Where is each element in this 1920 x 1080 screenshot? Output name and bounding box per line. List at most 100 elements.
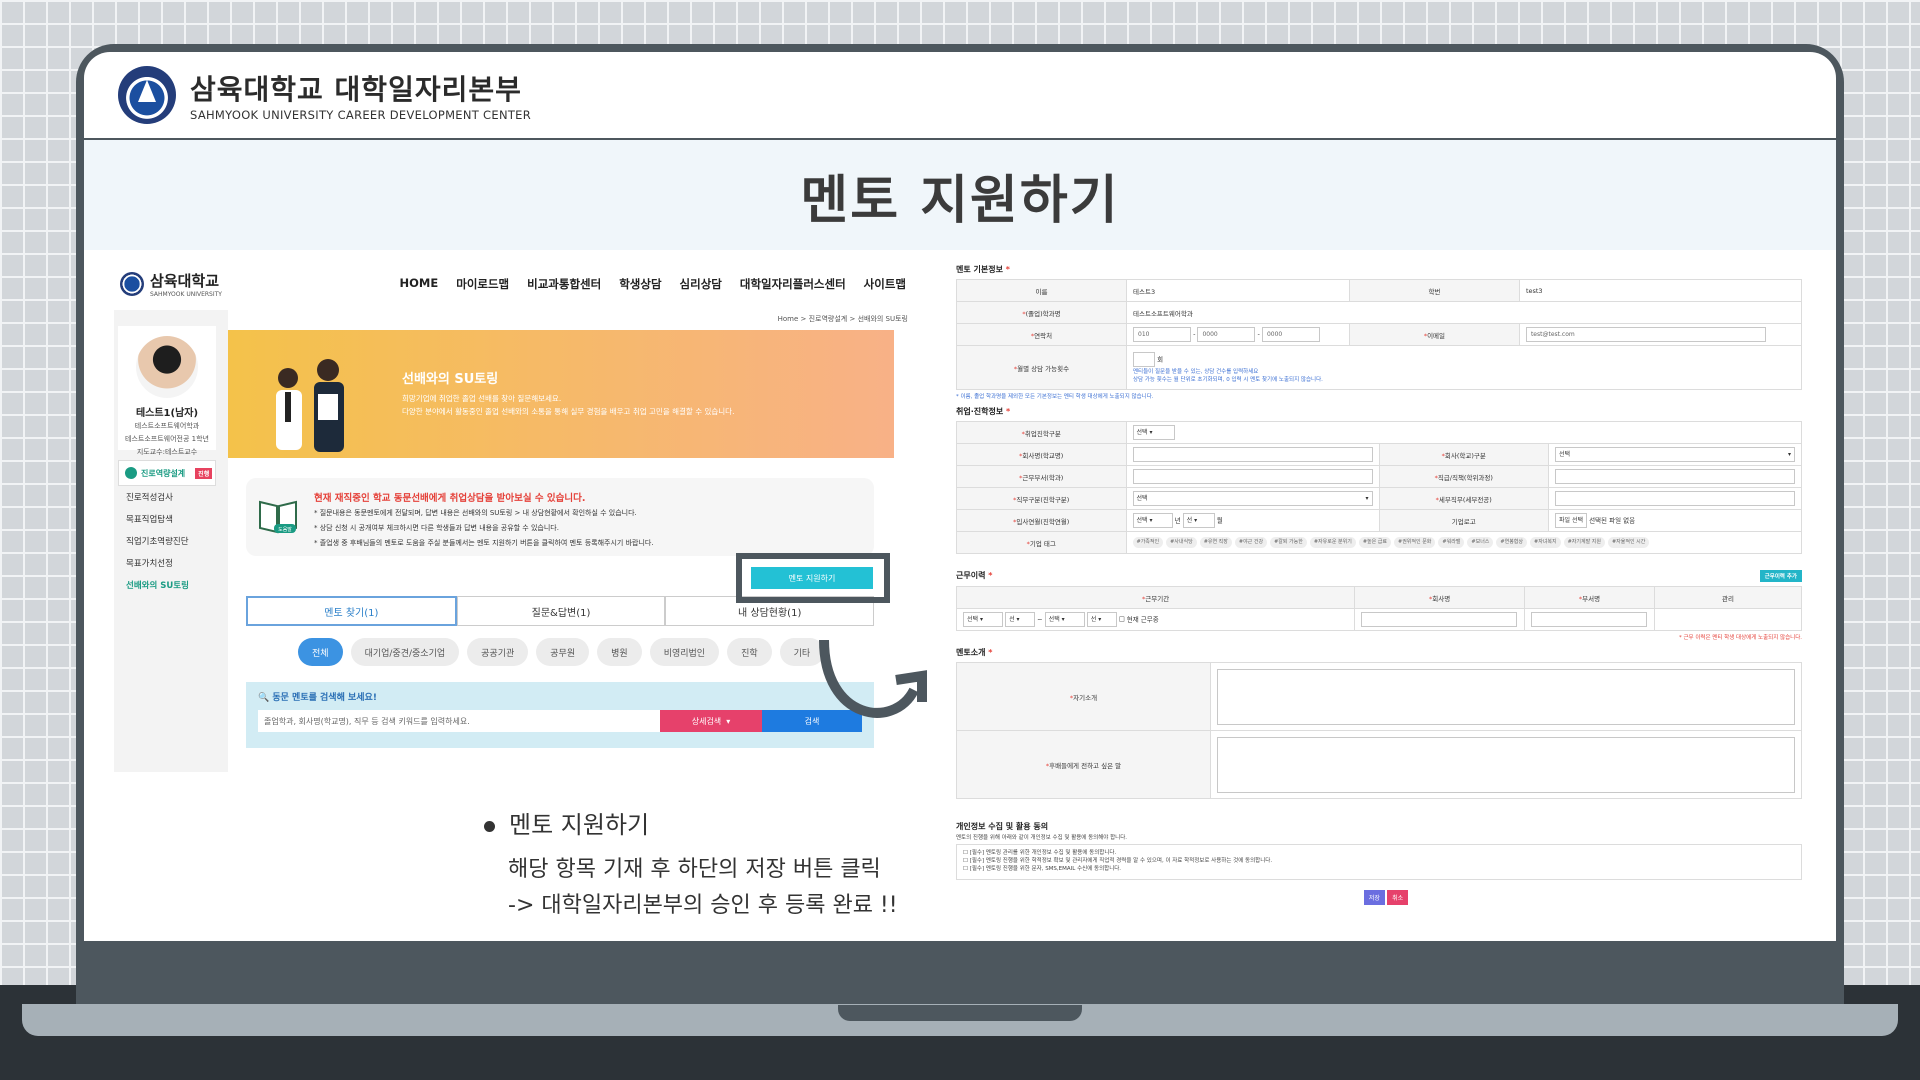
add-history-button[interactable]: 근무이력 추가 [1759, 570, 1802, 582]
end-year-select[interactable]: 선택 ▾ [1044, 612, 1085, 627]
filter-advance[interactable]: 진학 [727, 638, 772, 666]
hist-company-field[interactable] [1361, 612, 1518, 627]
join-year-value: 선택 [1136, 517, 1148, 524]
hist-dept-field[interactable] [1531, 612, 1648, 627]
section-privacy: 개인정보 수집 및 활용 동의 [956, 822, 1049, 831]
site-logo[interactable]: 삼육대학교 SAHMYOOK UNIVERSITY [120, 270, 222, 298]
side-item-sutoring[interactable]: 선배와의 SU토링 [118, 574, 216, 596]
menu-extracurricular[interactable]: 비교과통합센터 [527, 276, 601, 292]
logo-label: 기업로고 [1378, 509, 1549, 532]
company-field[interactable] [1132, 447, 1373, 462]
duty2-field[interactable] [1555, 491, 1795, 506]
tag-chip[interactable]: #자녀복지 [1530, 537, 1561, 548]
tag-chip[interactable]: #높은 급료 [1358, 537, 1392, 548]
tag-chip[interactable]: #야근 건강 [1234, 537, 1268, 548]
detail-search-button[interactable]: 상세검색 ▾ [660, 710, 762, 732]
menu-student-counsel[interactable]: 학생상담 [619, 276, 661, 292]
count-field[interactable] [1133, 352, 1155, 367]
privacy-item-1[interactable]: ☐ [필수] 멘토링 관리를 위한 개인정보 수집 및 활용에 동의합니다. [963, 849, 1795, 857]
intro-textarea[interactable] [1217, 668, 1795, 725]
caption-line2: -> 대학일자리본부의 승인 후 등록 완료 !! [508, 893, 898, 918]
tag-chip[interactable]: #권위적인 문화 [1394, 537, 1436, 548]
menu-psych-counsel[interactable]: 심리상담 [680, 276, 722, 292]
search-label: 🔍 동문 멘토를 검색해 보세요! [258, 693, 377, 703]
tag-chip[interactable]: #가족적인 [1132, 537, 1164, 548]
start-year-value: 선택 [967, 616, 979, 623]
profile-dept2: 테스트소프트웨어전공 1학년 [125, 435, 209, 443]
phone-field-2[interactable]: 0000 [1197, 327, 1256, 342]
phone-field-3[interactable]: 0000 [1261, 327, 1320, 342]
tag-chip[interactable]: #보너스 [1467, 537, 1494, 548]
tag-chip[interactable]: #연봉협상 [1496, 537, 1527, 548]
side-item-job-explore[interactable]: 목표직업탐색 [118, 508, 216, 530]
side-menu-head[interactable]: 진로역량설계 진행 [118, 460, 216, 486]
page-body: 테스트1(남자) 테스트소프트웨어학과 테스트소프트웨어전공 1학년 지도교수:… [114, 310, 914, 772]
pos-label: *직급/직책(학위과정) [1378, 465, 1549, 488]
chevron-down-icon: ▾ [726, 716, 731, 726]
duty-select-value: 선택 [1136, 495, 1148, 502]
msg-textarea[interactable] [1217, 736, 1795, 793]
join-month-select[interactable]: 선 ▾ [1182, 513, 1215, 528]
jobtype-select[interactable]: 선택 ▾ [1132, 425, 1175, 440]
tag-chip[interactable]: #자기계발 지원 [1563, 537, 1605, 548]
cancel-button[interactable]: 취소 [1387, 890, 1409, 905]
tag-chip[interactable]: #칼퇴 가능한 [1270, 537, 1307, 548]
intro-cell [1210, 662, 1802, 731]
side-item-values[interactable]: 목표가치선정 [118, 552, 216, 574]
duty2-cell [1548, 487, 1802, 510]
tag-chip[interactable]: #사내식당 [1166, 537, 1197, 548]
side-item-aptitude[interactable]: 진로적성검사 [118, 486, 216, 508]
tag-chip[interactable]: #자율적인 시간 [1607, 537, 1650, 548]
tab-qna[interactable]: 질문&답변(1) [456, 596, 666, 626]
phone-field-1[interactable]: 010 [1133, 327, 1191, 342]
tag-chip[interactable]: #워라밸 [1438, 537, 1465, 548]
apply-button-highlight [736, 553, 890, 603]
company-label: *회사명(학교명) [956, 443, 1127, 466]
filter-all[interactable]: 전체 [298, 638, 343, 666]
file-select-button[interactable]: 파일 선택 [1555, 513, 1587, 528]
section-history: 근무이력 * 근무이력 추가 [956, 570, 1802, 582]
side-item-competency[interactable]: 직업기초역량진단 [118, 530, 216, 552]
email-field[interactable]: test@test.com [1525, 327, 1766, 342]
tag-chip[interactable]: #자유로운 분위기 [1309, 537, 1356, 548]
privacy-item-2[interactable]: ☐ [필수] 멘토링 진행을 위한 학적정보 확보 및 관리자에게 직업적 경력… [963, 857, 1795, 865]
profile-card: 테스트1(남자) 테스트소프트웨어학과 테스트소프트웨어전공 1학년 지도교수:… [118, 326, 216, 456]
jobtype-select-value: 선택 [1136, 429, 1148, 436]
end-month-select[interactable]: 선 ▾ [1086, 612, 1117, 627]
menu-sitemap[interactable]: 사이트맵 [864, 276, 906, 292]
category-filters: 전체 대기업/중견/중소기업 공공기관 공무원 병원 비영리법인 진학 기타 [298, 638, 825, 666]
col-dept-text: 부서명 [1582, 594, 1601, 603]
ctype-label: *회사(학교)구분 [1378, 443, 1549, 466]
menu-myroadmap[interactable]: 마이로드맵 [456, 276, 509, 292]
filter-company[interactable]: 대기업/중견/중소기업 [350, 638, 460, 666]
save-button[interactable]: 저장 [1363, 890, 1385, 905]
hero-desc: 희망기업에 취업한 졸업 선배를 찾아 질문해보세요. 다양한 분야에서 활동중… [402, 392, 734, 418]
filter-nonprofit[interactable]: 비영리법인 [649, 638, 720, 666]
tab-find-mentor[interactable]: 멘토 찾기(1) [246, 596, 457, 626]
menu-career-plus[interactable]: 대학일자리플러스센터 [740, 276, 846, 292]
ctype-select-value: 선택 [1559, 451, 1571, 458]
filter-hospital[interactable]: 병원 [597, 638, 642, 666]
name-label: 이름 [956, 279, 1127, 302]
ctype-select[interactable]: 선택 ▾ [1555, 447, 1795, 462]
count-label-text: 월별 상담 가능횟수 [1017, 364, 1070, 373]
mentor-page-screenshot: 삼육대학교 SAHMYOOK UNIVERSITY HOME 마이로드맵 비교과… [114, 258, 914, 778]
current-checkbox[interactable]: ☐ [1119, 616, 1125, 624]
search-input[interactable]: 졸업학과, 회사명(학교명), 직무 등 검색 키워드를 입력하세요. [258, 710, 660, 732]
pos-field[interactable] [1555, 469, 1795, 484]
logo-subtext: SAHMYOOK UNIVERSITY [150, 291, 222, 298]
section-title: 근무이력 [956, 571, 986, 580]
breadcrumb: Home > 진로역량설계 > 선배와의 SU토링 [777, 315, 908, 323]
privacy-item-3[interactable]: ☐ [필수] 멘토링 진행을 위한 문자, SMS,EMAIL 수신에 동의합니… [963, 865, 1795, 873]
tag-chip[interactable]: #유연 직장 [1199, 537, 1232, 548]
start-year-select[interactable]: 선택 ▾ [963, 612, 1003, 627]
duty-select[interactable]: 선택 ▾ [1132, 491, 1373, 506]
join-label: *입사연월(진학연월) [956, 509, 1127, 532]
filter-public[interactable]: 공공기관 [467, 638, 529, 666]
menu-home[interactable]: HOME [400, 276, 439, 292]
start-month-select[interactable]: 선 ▾ [1005, 612, 1036, 627]
join-year-select[interactable]: 선택 ▾ [1132, 513, 1173, 528]
filter-civil[interactable]: 공무원 [536, 638, 590, 666]
duty2-label-text: 세부직무(세부전공) [1438, 495, 1492, 504]
dept-field[interactable] [1132, 469, 1373, 484]
